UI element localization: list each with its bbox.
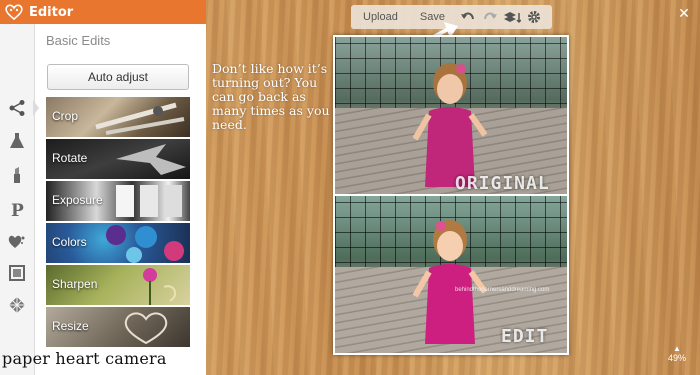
text-p-icon[interactable]: P [4, 196, 30, 222]
tool-category-sidebar: P [0, 24, 35, 375]
tool-label: Resize [52, 319, 89, 333]
tool-resize[interactable]: Resize [46, 307, 190, 347]
brand-caption: paper heart camera [2, 349, 167, 368]
active-category-marker [33, 100, 39, 116]
heart-logo-icon[interactable] [4, 3, 24, 21]
layers-icon[interactable] [501, 5, 523, 29]
tool-colors[interactable]: Colors [46, 223, 190, 263]
tool-label: Crop [52, 109, 79, 123]
basic-edit-tools: Crop Rotate Exposure Colors Sharpen Resi… [46, 97, 190, 349]
app-title: Editor [29, 4, 74, 20]
touch-up-lipstick-icon[interactable] [4, 162, 30, 188]
edit-label: EDIT [501, 326, 549, 347]
tool-exposure[interactable]: Exposure [46, 181, 190, 221]
zoom-indicator[interactable]: ▲ 49% [666, 345, 688, 364]
close-icon[interactable]: ✕ [677, 6, 691, 20]
zoom-up-icon[interactable]: ▲ [666, 345, 688, 353]
annotation-text: Don’t like how it’s turning out? You can… [212, 61, 330, 132]
effects-flask-icon[interactable] [4, 128, 30, 154]
zoom-level: 49% [667, 353, 686, 363]
photo-watermark: behindthecornersanddreaming.com [455, 287, 550, 293]
tool-label: Sharpen [52, 277, 98, 291]
tool-rotate[interactable]: Rotate [46, 139, 190, 179]
settings-gear-icon[interactable] [523, 5, 545, 29]
original-label: ORIGINAL [455, 173, 550, 194]
redo-icon[interactable] [479, 5, 501, 29]
tool-label: Rotate [52, 151, 88, 165]
edited-photo: behindthecornersanddreaming.com EDIT [335, 196, 567, 353]
frames-square-icon[interactable] [4, 260, 30, 286]
tool-crop[interactable]: Crop [46, 97, 190, 137]
svg-text:P: P [11, 201, 24, 218]
photo-canvas[interactable]: ORIGINAL behindthecornersanddreaming.com… [333, 35, 569, 355]
edit-panel: Editor P Basic Edits Auto adjust Crop Ro… [0, 0, 206, 375]
girl-figure [413, 220, 487, 344]
auto-adjust-button[interactable]: Auto adjust [47, 64, 189, 90]
app-header: Editor [0, 0, 206, 24]
edit-nodes-icon[interactable] [4, 95, 30, 121]
textures-diamond-icon[interactable] [4, 292, 30, 318]
tool-label: Colors [52, 235, 87, 249]
tool-sharpen[interactable]: Sharpen [46, 265, 190, 305]
section-title: Basic Edits [46, 33, 111, 48]
tool-label: Exposure [52, 193, 103, 207]
original-photo: ORIGINAL [335, 37, 567, 194]
overlays-heart-icon[interactable] [4, 229, 30, 255]
